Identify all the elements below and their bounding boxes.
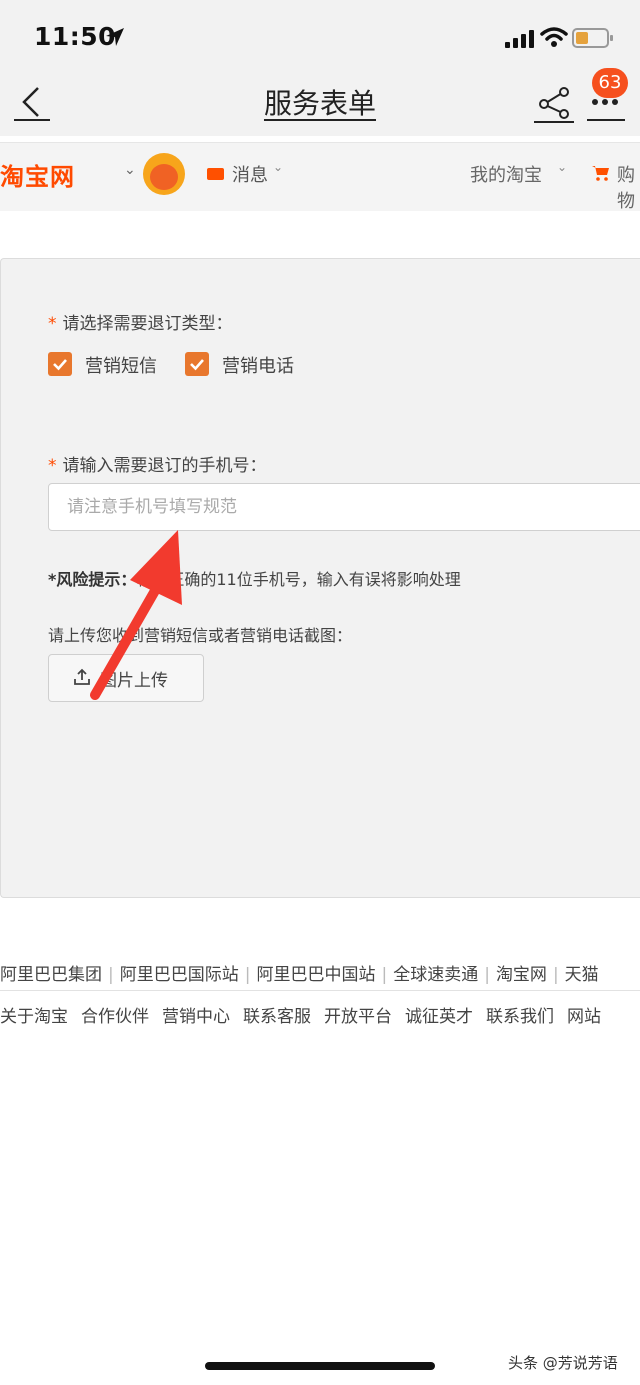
battery-icon	[572, 28, 613, 48]
separator: |	[108, 965, 114, 985]
red-arrow-annotation	[90, 530, 182, 700]
footer-link[interactable]: 阿里巴巴中国站	[256, 960, 375, 985]
check-icon	[190, 359, 204, 371]
location-arrow-icon	[106, 28, 124, 46]
required-star: *	[48, 314, 57, 334]
my-taobao-link[interactable]: 我的淘宝	[470, 161, 542, 187]
footer-link[interactable]: 阿里巴巴国际站	[120, 960, 239, 985]
cart-icon[interactable]	[592, 165, 610, 181]
separator: |	[552, 965, 559, 985]
checkbox-marketing-call[interactable]	[185, 352, 209, 376]
footer-link[interactable]: 联系客服	[243, 1002, 311, 1027]
share-icon[interactable]	[532, 82, 576, 126]
option-label[interactable]: 营销电话	[222, 352, 294, 378]
back-chevron-icon[interactable]	[10, 80, 54, 124]
taobao-logo[interactable]: 淘宝网	[0, 157, 75, 192]
page-title: 服务表单	[263, 87, 376, 120]
separator: |	[484, 965, 490, 985]
check-icon	[53, 359, 67, 371]
footer-links-row2: 关于淘宝 合作伙伴 营销中心 联系客服 开放平台 诚征英才 联系我们 网站	[0, 1002, 640, 1027]
footer-link[interactable]: 淘宝网	[496, 960, 547, 985]
footer-link[interactable]: 诚征英才	[405, 1002, 473, 1027]
footer-link[interactable]: 网站	[567, 1002, 601, 1027]
cart-link[interactable]: 购物	[617, 161, 640, 213]
watermark: 头条 @芳说芳语	[508, 1354, 618, 1372]
unsubscribe-type-label: * 请选择需要退订类型：	[48, 314, 233, 334]
footer-link[interactable]: 关于淘宝	[0, 1002, 68, 1027]
chevron-down-icon[interactable]: ⌄	[557, 160, 567, 174]
option-label[interactable]: 营销短信	[85, 352, 157, 378]
home-indicator[interactable]	[205, 1362, 435, 1370]
mail-icon	[207, 168, 224, 180]
footer-link[interactable]: 天猫	[565, 960, 599, 985]
footer-link[interactable]: 阿里巴巴集团	[0, 960, 102, 985]
separator: |	[244, 965, 251, 985]
footer-link[interactable]: 合作伙伴	[81, 1002, 149, 1027]
separator: |	[381, 965, 388, 985]
phone-label: * 请输入需要退订的手机号：	[48, 456, 267, 476]
footer-link[interactable]: 联系我们	[486, 1002, 554, 1027]
messages-link[interactable]: 消息	[232, 161, 268, 187]
notification-badge: 63	[592, 68, 628, 98]
avatar-face	[150, 164, 178, 190]
chevron-down-icon[interactable]: ⌄	[124, 162, 136, 178]
chevron-down-icon[interactable]: ⌄	[273, 160, 283, 174]
required-star: *	[48, 456, 57, 476]
footer-divider	[0, 990, 640, 991]
footer-link[interactable]: 营销中心	[162, 1002, 230, 1027]
footer-links-row1: 阿里巴巴集团 | 阿里巴巴国际站 | 阿里巴巴中国站 | 全球速卖通 | 淘宝网 | 天猫	[0, 960, 640, 985]
checkbox-marketing-sms[interactable]	[48, 352, 72, 376]
wifi-icon	[540, 27, 568, 47]
footer-link[interactable]: 开放平台	[324, 1002, 392, 1027]
taobao-header	[0, 142, 640, 211]
signal-icon	[505, 30, 534, 48]
footer-link[interactable]: 全球速卖通	[393, 960, 478, 985]
